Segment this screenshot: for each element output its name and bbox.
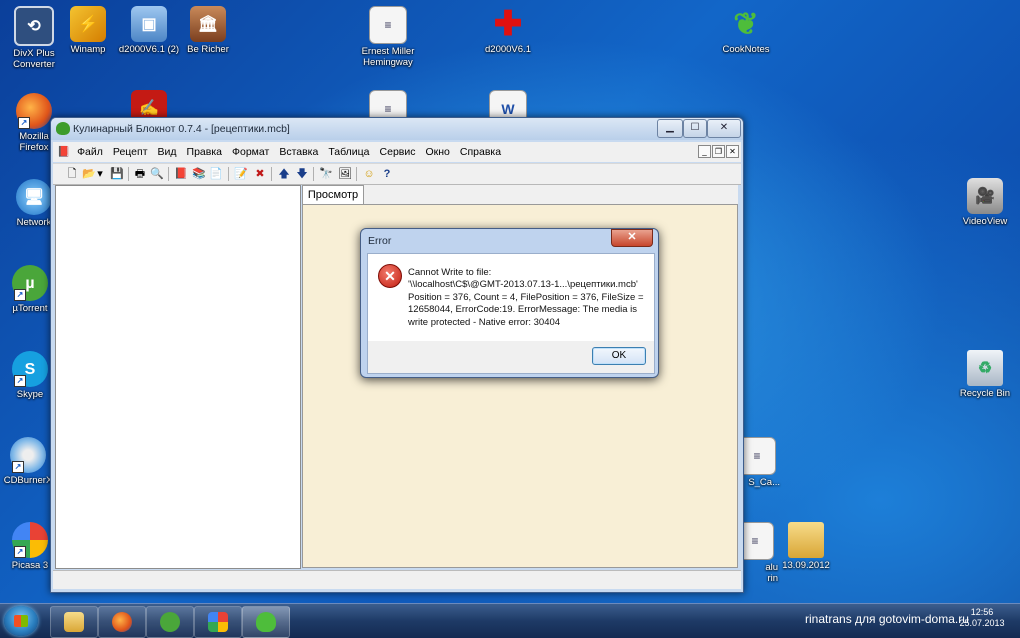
toolbar-separator <box>271 167 272 181</box>
menu-table[interactable]: Таблица <box>323 142 374 162</box>
leaf-icon <box>256 612 276 632</box>
error-dialog-footer: OK <box>367 341 655 374</box>
edit-icon[interactable]: 📝 <box>234 167 248 181</box>
print-preview-icon[interactable]: 🔍 <box>150 167 164 181</box>
desktop-icon-berich[interactable]: 🏛 Be Richer <box>174 6 242 55</box>
toolbar-separator <box>356 167 357 181</box>
winamp-icon: ⚡ <box>70 6 106 42</box>
book-icon: 📕 <box>57 146 71 158</box>
document-icon: ≡ <box>369 6 407 44</box>
image-icon[interactable]: 🖼 <box>338 167 352 181</box>
leaf-icon: ❦ <box>733 7 759 41</box>
windows-logo-icon <box>14 615 28 627</box>
folder-icon <box>788 522 824 558</box>
menu-service[interactable]: Сервис <box>375 142 421 162</box>
error-dialog-title: Error <box>368 235 392 247</box>
books-icon[interactable]: 📚 <box>192 167 206 181</box>
error-dialog: Error ✕ ✕ Cannot Write to file: '\\local… <box>360 228 659 378</box>
skype-icon: S ↗ <box>12 351 48 387</box>
app-title: Кулинарный Блокнот 0.7.4 - [рецептики.mc… <box>73 123 290 135</box>
menu-window[interactable]: Окно <box>420 142 454 162</box>
mdi-minimize-button[interactable]: _ <box>698 145 711 158</box>
install-icon: ▣ <box>131 6 167 42</box>
leaf-icon <box>56 122 70 135</box>
error-message: Cannot Write to file: '\\localhost\C$\@G… <box>408 267 644 328</box>
desktop-icon-cooknotes[interactable]: ❦ CookNotes <box>712 6 780 55</box>
book-icon[interactable]: 📕 <box>174 167 188 181</box>
divx-icon: ⟲ <box>14 6 54 46</box>
ok-button[interactable]: OK <box>592 347 646 365</box>
network-icon: 🖥 <box>16 179 52 215</box>
menu-view[interactable]: Вид <box>153 142 182 162</box>
taskbar-cooknotes[interactable] <box>242 606 290 638</box>
menu-help[interactable]: Справка <box>455 142 506 162</box>
smiley-icon[interactable]: ☺ <box>362 167 376 181</box>
utorrent-icon <box>160 612 180 632</box>
toolbar-separator <box>228 167 229 181</box>
system-clock[interactable]: 12:56 25.07.2013 <box>950 607 1014 629</box>
delete-icon[interactable]: ✖ <box>253 167 267 181</box>
red-cross-icon: ✚ <box>493 4 523 43</box>
camera-icon: 🎥 <box>967 178 1003 214</box>
toolbar: 🗋 📂 ▾ 💾 🖶 🔍 📕 📚 📄 📝 ✖ 🡅 🡇 🔭 🖼 ☺ ? <box>53 163 741 185</box>
menubar: 📕 Файл Рецепт Вид Правка Формат Вставка Таблица… <box>53 142 741 162</box>
folder-icon <box>64 612 84 632</box>
menu-insert[interactable]: Вставка <box>274 142 323 162</box>
dropdown-arrow-icon[interactable]: ▾ <box>96 167 104 181</box>
toolbar-separator <box>168 167 169 181</box>
toolbar-separator <box>128 167 129 181</box>
tab-preview[interactable]: Просмотр <box>302 185 364 205</box>
toolbar-separator <box>313 167 314 181</box>
desktop-icon-hemingway[interactable]: ≡ Ernest Miller Hemingway <box>354 6 422 68</box>
desktop-icon-videoview[interactable]: 🎥 VideoView <box>951 178 1019 227</box>
paint-icon <box>208 612 228 632</box>
utorrent-icon: µ ↗ <box>12 265 48 301</box>
tray-watermark-text: rinatrans для gotovim-doma.ru <box>805 612 969 626</box>
arrow-up-icon[interactable]: 🡅 <box>277 167 291 181</box>
desktop-icon-recycle-bin[interactable]: ♻ Recycle Bin <box>951 350 1019 399</box>
desktop-icon-winamp[interactable]: ⚡ Winamp <box>54 6 122 55</box>
print-icon[interactable]: 🖶 <box>133 167 147 181</box>
recycle-bin-icon: ♻ <box>967 350 1003 386</box>
status-bar <box>53 570 741 589</box>
desktop-icon-d2000-2[interactable]: ▣ d2000V6.1 (2) <box>115 6 183 55</box>
page-icon[interactable]: 📄 <box>209 167 223 181</box>
open-icon[interactable]: 📂 <box>82 167 96 181</box>
taskbar-utorrent[interactable] <box>146 606 194 638</box>
picasa-icon: ↗ <box>12 522 48 558</box>
menu-file[interactable]: Файл <box>72 142 108 162</box>
building-icon: 🏛 <box>190 6 226 42</box>
start-button[interactable] <box>4 606 38 636</box>
arrow-down-icon[interactable]: 🡇 <box>295 167 309 181</box>
firefox-icon: ↗ <box>16 93 52 129</box>
close-button[interactable]: ✕ <box>707 119 741 138</box>
mdi-close-button[interactable]: ✕ <box>726 145 739 158</box>
firefox-icon <box>112 612 132 632</box>
desktop-icon-d2000[interactable]: ✚ d2000V6.1 <box>474 4 542 56</box>
dialog-close-button[interactable]: ✕ <box>611 229 653 247</box>
desktop-icon-folder-date[interactable]: 13.09.2012 <box>772 522 840 571</box>
recipe-tree-panel[interactable] <box>55 185 301 569</box>
maximize-button[interactable]: ☐ <box>683 119 707 138</box>
mdi-restore-button[interactable]: ❐ <box>712 145 725 158</box>
menu-recipe[interactable]: Рецепт <box>108 142 153 162</box>
menu-edit[interactable]: Правка <box>182 142 227 162</box>
new-icon[interactable]: 🗋 <box>65 167 79 181</box>
save-icon[interactable]: 💾 <box>110 167 124 181</box>
find-icon[interactable]: 🔭 <box>319 167 333 181</box>
help-icon[interactable]: ? <box>380 167 394 181</box>
app-titlebar[interactable]: Кулинарный Блокнот 0.7.4 - [рецептики.mc… <box>51 118 743 140</box>
taskbar-firefox[interactable] <box>98 606 146 638</box>
error-icon: ✕ <box>378 264 402 288</box>
taskbar-explorer[interactable] <box>50 606 98 638</box>
minimize-button[interactable]: ▁ <box>657 119 683 138</box>
taskbar-paint[interactable] <box>194 606 242 638</box>
taskbar: rinatrans для gotovim-doma.ru 12:56 25.0… <box>0 603 1020 638</box>
error-dialog-body: ✕ Cannot Write to file: '\\localhost\C$\… <box>367 253 655 343</box>
cd-icon: ↗ <box>10 437 46 473</box>
menu-format[interactable]: Формат <box>227 142 274 162</box>
